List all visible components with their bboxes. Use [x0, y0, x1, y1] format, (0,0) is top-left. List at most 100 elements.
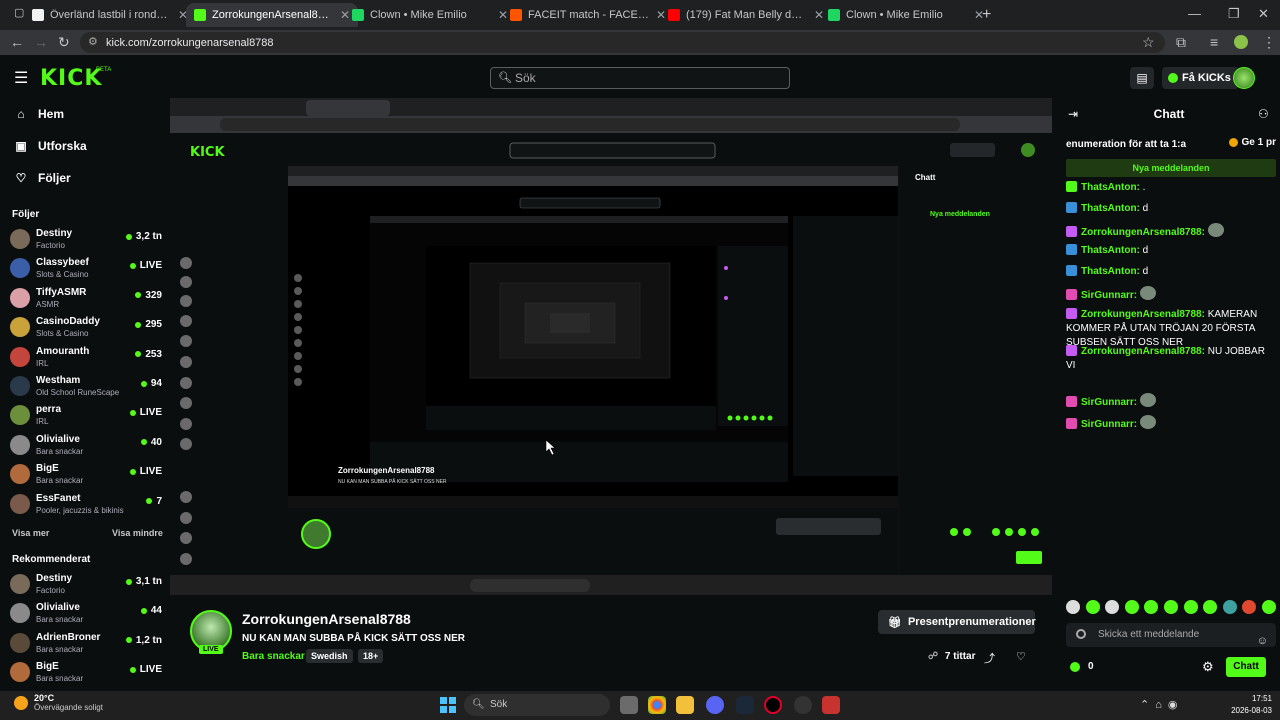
search-input[interactable]: 🔍︎ Sök [490, 67, 790, 89]
chat-message[interactable]: SirGunnarr: [1066, 286, 1276, 303]
browser-tab[interactable]: (179) Fat Man Belly dance | ski✕ [660, 3, 832, 27]
nav-utforska[interactable]: ▣ Utforska [14, 139, 86, 153]
opera-icon[interactable] [764, 696, 782, 714]
channel-item[interactable]: EssFanet Pooler, jacuzzis & bikinis 7 [10, 491, 162, 519]
channel-item[interactable]: Destiny Factorio 3,2 tn [10, 226, 162, 254]
get-kicks-button[interactable]: Få KICKs [1162, 67, 1239, 89]
chat-username[interactable]: ThatsAnton: [1081, 266, 1140, 277]
back-icon[interactable]: ← [10, 34, 24, 50]
share-icon[interactable]: ⤴ [984, 650, 995, 666]
channel-item[interactable]: Classybeef Slots & Casino LIVE [10, 255, 162, 283]
app-icon[interactable] [794, 696, 812, 714]
chat-send-button[interactable]: Chatt [1226, 657, 1266, 677]
chat-message[interactable]: SirGunnarr: [1066, 415, 1276, 432]
chat-message[interactable]: ThatsAnton: d [1066, 244, 1276, 258]
browser-tab[interactable]: FACEIT match - FACEIT.com - F✕ [502, 3, 674, 27]
browser-menu-icon[interactable]: ⋮ [1262, 34, 1276, 51]
channel-item[interactable]: perra IRL LIVE [10, 402, 162, 430]
follow-icon[interactable]: ♡ [1016, 650, 1026, 663]
url-field[interactable]: ⚙ kick.com/zorrokungenarsenal8788 [80, 32, 1165, 53]
user-avatar[interactable] [1233, 67, 1255, 89]
nav-följer[interactable]: ♡ Följer [14, 171, 71, 185]
browser-tab[interactable]: Överländ lastbil i rondell - Sen✕ [24, 3, 196, 27]
reload-icon[interactable]: ↻ [58, 34, 70, 51]
kicks-balance[interactable]: 0 [1070, 661, 1094, 672]
menu-lines-icon[interactable]: ≡ [1210, 34, 1218, 50]
taskbar-search[interactable]: 🔍︎ Sök [464, 694, 610, 716]
chat-username[interactable]: ThatsAnton: [1081, 245, 1140, 256]
forward-icon[interactable]: → [34, 34, 48, 50]
nav-hem[interactable]: ⌂ Hem [14, 107, 64, 121]
emote-icon[interactable] [1105, 600, 1120, 614]
tag-swedish[interactable]: Swedish [306, 649, 353, 663]
file-explorer-icon[interactable] [676, 696, 694, 714]
emote-icon[interactable] [1085, 600, 1100, 614]
channel-item[interactable]: BigE Bara snackar LIVE [10, 659, 162, 687]
browser-tab[interactable]: Clown • Mike Emilio ✕ [820, 3, 992, 27]
profile-avatar[interactable] [1234, 35, 1248, 49]
chat-message[interactable]: ZorrokungenArsenal8788: KAMERAN KOMMER P… [1066, 308, 1276, 350]
chat-message[interactable]: ZorrokungenArsenal8788: [1066, 223, 1276, 240]
emote-icon[interactable] [1124, 600, 1139, 614]
new-messages-divider[interactable]: Nya meddelanden [1066, 159, 1276, 177]
browser-tab[interactable]: ZorrokungenArsenal8788 Strea✕ [186, 3, 358, 27]
system-tray[interactable]: ⌃⌂◉ [1140, 698, 1183, 711]
chat-input[interactable]: Skicka ett meddelande ☺ [1066, 623, 1276, 647]
maximize-icon[interactable]: ❐ [1228, 6, 1240, 22]
start-button[interactable] [440, 697, 456, 713]
emote-icon[interactable] [1066, 600, 1080, 614]
chat-message[interactable]: ThatsAnton: d [1066, 265, 1276, 279]
chat-username[interactable]: SirGunnarr: [1081, 290, 1137, 301]
see-more-link[interactable]: Visa mer [12, 528, 49, 538]
pinned-sub[interactable]: Ge 1 pr [1228, 137, 1276, 148]
emote-icon[interactable] [1242, 600, 1257, 614]
channel-name[interactable]: ZorrokungenArsenal8788 [242, 611, 411, 627]
channel-item[interactable]: CasinoDaddy Slots & Casino 295 [10, 314, 162, 342]
chat-message[interactable]: ThatsAnton: d [1066, 202, 1276, 216]
valorant-icon[interactable] [822, 696, 840, 714]
emote-icon[interactable] [1222, 600, 1237, 614]
bookmark-star-icon[interactable]: ☆ [1142, 34, 1155, 51]
chat-username[interactable]: SirGunnarr: [1081, 419, 1137, 430]
task-view-icon[interactable] [620, 696, 638, 714]
channel-item[interactable]: Westham Old School RuneScape 94 [10, 373, 162, 401]
emote-icon[interactable] [1163, 600, 1178, 614]
tag-18plus[interactable]: 18+ [358, 649, 384, 663]
clock[interactable]: 17:51 2026-08-03 [1200, 693, 1272, 717]
chat-message[interactable]: ZorrokungenArsenal8788: NU JOBBAR VI [1066, 345, 1276, 373]
see-less-link[interactable]: Visa mindre [112, 528, 163, 538]
hamburger-menu-icon[interactable]: ☰ [14, 68, 28, 88]
emote-icon[interactable] [1183, 600, 1198, 614]
site-info-icon[interactable]: ⚙ [88, 35, 98, 48]
chat-username[interactable]: SirGunnarr: [1081, 397, 1137, 408]
chat-username[interactable]: ZorrokungenArsenal8788: [1081, 227, 1205, 238]
chrome-icon[interactable] [648, 696, 666, 714]
video-player[interactable]: KICK ZorrokungenArsenal8788 NU KAN MAN S… [170, 98, 1052, 595]
channel-item[interactable]: Destiny Factorio 3,1 tn [10, 571, 162, 599]
kick-logo[interactable]: KICK [40, 66, 102, 91]
chat-users-icon[interactable]: ⚇ [1258, 107, 1269, 121]
weather-widget[interactable]: 20°C Övervägande soligt [14, 693, 103, 712]
channel-item[interactable]: Amouranth IRL 253 [10, 344, 162, 372]
channel-item[interactable]: TiffyASMR ASMR 329 [10, 285, 162, 313]
channel-item[interactable]: Olivialive Bara snackar 40 [10, 432, 162, 460]
emote-icon[interactable] [1203, 600, 1218, 614]
chat-message[interactable]: SirGunnarr: [1066, 393, 1276, 410]
channel-item[interactable]: AdrienBroner Bara snackar 1,2 tn [10, 630, 162, 658]
stream-category[interactable]: Bara snackar [242, 651, 305, 662]
pinned-gift-banner[interactable]: enumeration för att ta 1:a Ge 1 pr [1066, 133, 1276, 155]
channel-item[interactable]: BigE Bara snackar LIVE [10, 461, 162, 489]
gift-subs-button[interactable]: 🎁︎ Presentprenumerationer [878, 610, 1036, 634]
chat-username[interactable]: ThatsAnton: [1081, 182, 1140, 193]
steam-icon[interactable] [736, 696, 754, 714]
tab-list-icon[interactable]: ▢ [14, 6, 24, 19]
emote-icon[interactable] [1261, 600, 1276, 614]
discord-icon[interactable] [706, 696, 724, 714]
new-tab-icon[interactable]: + [982, 6, 991, 24]
emote-icon[interactable] [1144, 600, 1159, 614]
chat-username[interactable]: ThatsAnton: [1081, 203, 1140, 214]
chat-message[interactable]: ThatsAnton: . [1066, 181, 1276, 195]
library-icon[interactable]: ▤ [1130, 67, 1154, 89]
browser-tab[interactable]: Clown • Mike Emilio ✕ [344, 3, 516, 27]
channel-item[interactable]: Olivialive Bara snackar 44 [10, 600, 162, 628]
